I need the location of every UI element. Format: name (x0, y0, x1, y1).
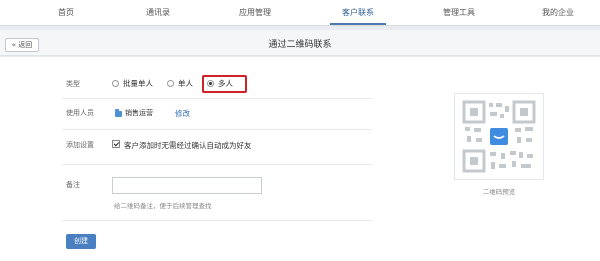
divider (62, 98, 372, 99)
top-navigation: 首页 通讯录 应用管理 客户联系 管理工具 我的企业 (0, 0, 600, 26)
tab-home-label: 首页 (58, 8, 74, 17)
folder-icon (115, 109, 122, 117)
tab-home[interactable]: 首页 (50, 0, 82, 25)
user-value: 销售运营 (125, 109, 153, 117)
active-tab-indicator (330, 23, 386, 25)
qr-code-preview (454, 93, 544, 180)
radio-single[interactable] (167, 80, 174, 87)
tab-app-management-label: 应用管理 (239, 8, 271, 17)
auto-add-checkbox[interactable] (112, 140, 120, 148)
radio-single-label: 单人 (178, 79, 193, 88)
divider (62, 220, 372, 221)
qr-code-icon (462, 100, 536, 173)
modify-link[interactable]: 修改 (175, 108, 190, 119)
remark-input[interactable] (112, 177, 262, 194)
remark-label: 备注 (66, 181, 80, 189)
back-button[interactable]: « 返回 (5, 38, 39, 52)
tab-contacts[interactable]: 通讯录 (135, 0, 181, 25)
page-title: 通过二维码联系 (268, 40, 332, 50)
tab-customer-contact[interactable]: 客户联系 (330, 0, 386, 25)
tab-customer-contact-label: 客户联系 (342, 8, 374, 17)
divider (62, 129, 372, 130)
radio-batch-single-label: 批量单人 (123, 79, 153, 88)
add-settings-label: 添加设置 (66, 141, 94, 149)
divider (62, 164, 372, 165)
create-button[interactable]: 创建 (66, 234, 96, 249)
tab-contacts-label: 通讯录 (146, 8, 170, 17)
user-label: 使用人员 (66, 109, 94, 117)
tab-app-management[interactable]: 应用管理 (230, 0, 280, 25)
tab-admin-tools-label: 管理工具 (443, 8, 475, 17)
radio-batch-single[interactable] (112, 80, 119, 87)
auto-add-text: 客户添加时无需经过确认自动成为好友 (124, 141, 252, 150)
tab-my-enterprise-label: 我的企业 (542, 8, 574, 17)
type-label: 类型 (66, 80, 80, 88)
highlight-box (202, 75, 247, 93)
qr-preview-caption: 二维码预览 (482, 188, 516, 196)
tab-admin-tools[interactable]: 管理工具 (436, 0, 482, 25)
remark-hint: 给二维码备注，便于后续管理查找 (114, 202, 212, 210)
tab-my-enterprise[interactable]: 我的企业 (534, 0, 582, 25)
